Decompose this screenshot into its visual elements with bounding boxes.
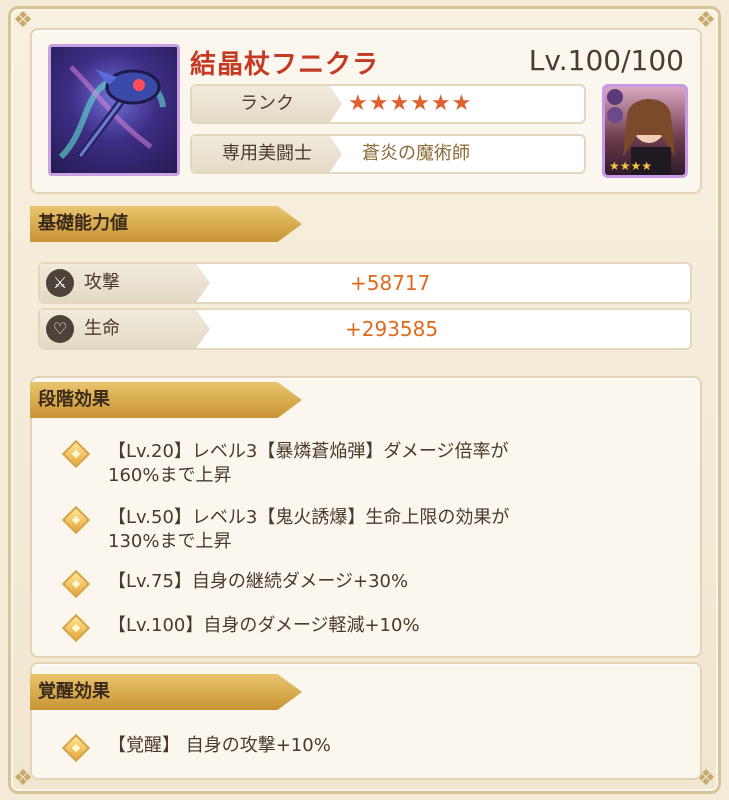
- exclusive-value: 蒼炎の魔術師: [362, 143, 470, 164]
- section-base-stats: 基礎能力値: [30, 206, 302, 242]
- section-stage-effects: 段階効果: [30, 382, 302, 418]
- exclusive-label: 専用美闘士: [192, 136, 342, 172]
- rank-stars: ★★★★★★: [348, 91, 473, 116]
- portrait-stars: ★★★★: [609, 159, 653, 173]
- diamond-bullet-icon: [61, 439, 91, 469]
- weapon-icon: [48, 44, 180, 176]
- effect-line: 【Lv.50】レベル3【鬼火誘爆】生命上限の効果が: [108, 507, 510, 528]
- stat-value: +58717: [350, 271, 431, 295]
- diamond-bullet-icon: [61, 733, 91, 763]
- effect-line: 【Lv.100】自身のダメージ軽減+10%: [108, 615, 420, 636]
- effect-item: 【Lv.75】自身の継続ダメージ+30%: [61, 569, 626, 599]
- effect-item: 【Lv.100】自身のダメージ軽減+10%: [61, 613, 626, 643]
- effect-line: 【Lv.75】自身の継続ダメージ+30%: [108, 571, 409, 592]
- item-level: Lv.100/100: [528, 44, 684, 77]
- exclusive-row: 専用美闘士 蒼炎の魔術師: [190, 134, 586, 174]
- stat-value: +293585: [345, 317, 439, 341]
- effect-line: 130%まで上昇: [108, 531, 232, 552]
- diamond-bullet-icon: [61, 505, 91, 535]
- effect-item: 【Lv.50】レベル3【鬼火誘爆】生命上限の効果が 130%まで上昇: [61, 505, 626, 554]
- effect-item: 【Lv.20】レベル3【暴燐蒼焔弾】ダメージ倍率が 160%まで上昇: [61, 439, 626, 488]
- rank-label: ランク: [192, 86, 342, 122]
- rank-row: ランク ★★★★★★: [190, 84, 586, 124]
- character-portrait[interactable]: ★★★★: [602, 84, 688, 178]
- diamond-bullet-icon: [61, 613, 91, 643]
- stat-name: 攻撃: [84, 272, 120, 293]
- stat-row-attack: ⚔ 攻撃 +58717: [38, 262, 692, 304]
- effect-line: 【覚醒】 自身の攻撃+10%: [108, 735, 331, 756]
- stat-name: 生命: [84, 318, 120, 339]
- crossed-swords-icon: ⚔: [46, 269, 74, 297]
- item-title: 結晶杖フニクラ: [190, 50, 380, 80]
- section-awakening: 覚醒効果: [30, 674, 302, 710]
- effect-line: 160%まで上昇: [108, 465, 232, 486]
- effect-item: 【覚醒】 自身の攻撃+10%: [61, 733, 626, 763]
- heart-icon: ♡: [46, 315, 74, 343]
- stat-row-life: ♡ 生命 +293585: [38, 308, 692, 350]
- diamond-bullet-icon: [61, 569, 91, 599]
- effect-line: 【Lv.20】レベル3【暴燐蒼焔弾】ダメージ倍率が: [108, 441, 509, 462]
